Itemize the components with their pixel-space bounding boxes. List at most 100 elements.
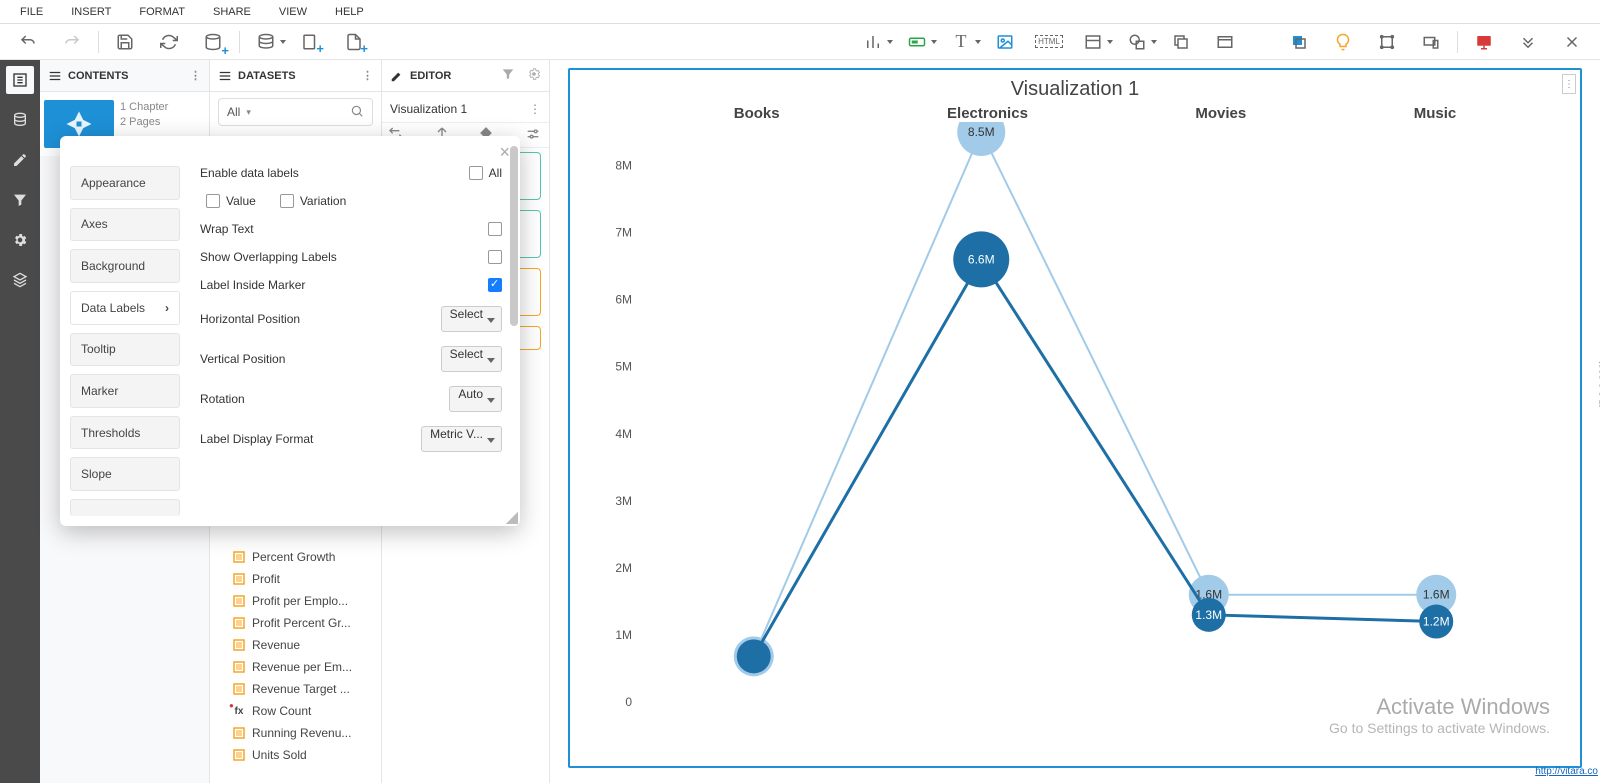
checkbox-overlap[interactable]: [488, 250, 502, 264]
pencil-icon: [390, 69, 404, 83]
contents-header: CONTENTS ⋮: [40, 60, 209, 92]
datasets-filter-value: All: [227, 105, 240, 119]
metric-label: Profit: [252, 572, 280, 586]
tab-tooltip[interactable]: Tooltip: [70, 333, 180, 367]
wrap-text-label: Wrap Text: [200, 222, 488, 236]
rail-gear-icon[interactable]: [6, 226, 34, 254]
metric-icon: [232, 660, 246, 674]
resize-handle[interactable]: [506, 512, 518, 524]
select-vpos[interactable]: Select: [441, 346, 502, 372]
data-button[interactable]: +: [199, 28, 227, 56]
select-hpos[interactable]: Select: [441, 306, 502, 332]
metric-item[interactable]: fx●Row Count: [210, 700, 381, 722]
rail-contents-icon[interactable]: [6, 66, 34, 94]
tab-data-labels[interactable]: Data Labels›: [70, 291, 180, 325]
text-dropdown[interactable]: T: [947, 28, 975, 56]
viz-kebab-icon[interactable]: ⋮: [1562, 74, 1576, 94]
pages-label: 2 Pages: [120, 115, 168, 130]
viz-more-icon[interactable]: ⋮: [529, 102, 541, 116]
svg-text:3M: 3M: [615, 494, 632, 508]
metric-item[interactable]: Revenue per Em...: [210, 656, 381, 678]
svg-text:0: 0: [625, 695, 632, 709]
checkbox-wrap[interactable]: [488, 222, 502, 236]
undo-button[interactable]: [14, 28, 42, 56]
metric-item[interactable]: Profit: [210, 568, 381, 590]
toolbar-separator: [239, 31, 240, 53]
close-button[interactable]: [1558, 28, 1586, 56]
modal-body: Enable data labels All Value Variation W…: [190, 136, 520, 526]
value-label: Value: [226, 194, 256, 208]
insights-button[interactable]: [1329, 28, 1357, 56]
bounds-button[interactable]: [1373, 28, 1401, 56]
contents-more-icon[interactable]: ⋮: [190, 69, 201, 82]
tab-partial[interactable]: [70, 499, 180, 516]
metric-icon: [232, 550, 246, 564]
database-dropdown[interactable]: [252, 28, 280, 56]
shape-dropdown[interactable]: [1123, 28, 1151, 56]
status-dropdown[interactable]: [903, 28, 931, 56]
duplicate-button[interactable]: [1167, 28, 1195, 56]
visualization-card[interactable]: ⋮ Visualization 1 Books Electronics Movi…: [568, 68, 1582, 768]
rail-filter-icon[interactable]: [6, 186, 34, 214]
datasets-header: DATASETS ⋮: [210, 60, 381, 92]
add-chapter-button[interactable]: +: [296, 28, 324, 56]
rail-data-icon[interactable]: [6, 106, 34, 134]
scrollbar-thumb[interactable]: [510, 146, 518, 326]
container-button[interactable]: [1211, 28, 1239, 56]
sliders-icon[interactable]: [525, 126, 543, 144]
metric-item[interactable]: Revenue: [210, 634, 381, 656]
tab-thresholds[interactable]: Thresholds: [70, 416, 180, 450]
vendor-link[interactable]: http://vitara.co: [1535, 766, 1598, 777]
menu-help[interactable]: HELP: [321, 6, 378, 18]
collapse-down-icon[interactable]: [1514, 28, 1542, 56]
tab-slope[interactable]: Slope: [70, 457, 180, 491]
rail-edit-icon[interactable]: [6, 146, 34, 174]
search-icon[interactable]: [350, 104, 364, 121]
checkbox-value[interactable]: [206, 194, 220, 208]
menu-view[interactable]: VIEW: [265, 6, 321, 18]
checkbox-inside-marker[interactable]: [488, 278, 502, 292]
add-page-button[interactable]: +: [340, 28, 368, 56]
tab-background[interactable]: Background: [70, 249, 180, 283]
checkbox-variation[interactable]: [280, 194, 294, 208]
metric-item[interactable]: Profit per Emplo...: [210, 590, 381, 612]
presentation-button[interactable]: [1470, 28, 1498, 56]
overlap-button[interactable]: [1285, 28, 1313, 56]
tab-axes[interactable]: Axes: [70, 208, 180, 242]
refresh-button[interactable]: [155, 28, 183, 56]
chart-type-dropdown[interactable]: [859, 28, 887, 56]
metric-item[interactable]: Units Sold: [210, 744, 381, 766]
metric-label: Running Revenu...: [252, 726, 351, 740]
category-axis-labels: Books Electronics Movies Music: [570, 105, 1580, 122]
watermark-sub: Go to Settings to activate Windows.: [1329, 720, 1550, 736]
menu-insert[interactable]: INSERT: [57, 6, 125, 18]
svg-text:1M: 1M: [615, 628, 632, 642]
rail-layers-icon[interactable]: [6, 266, 34, 294]
all-label: All: [489, 166, 502, 180]
metric-item[interactable]: Running Revenu...: [210, 722, 381, 744]
select-format[interactable]: Metric V...: [421, 426, 502, 452]
category-label: Movies: [1195, 105, 1246, 122]
checkbox-all[interactable]: [469, 166, 483, 180]
redo-button[interactable]: [58, 28, 86, 56]
metric-list: Percent Growth Profit Profit per Emplo..…: [210, 544, 381, 768]
metric-item[interactable]: Profit Percent Gr...: [210, 612, 381, 634]
metric-item[interactable]: Percent Growth: [210, 546, 381, 568]
save-button[interactable]: [111, 28, 139, 56]
responsive-button[interactable]: [1417, 28, 1445, 56]
panel-dropdown[interactable]: [1079, 28, 1107, 56]
filter-tab-icon[interactable]: [501, 67, 515, 84]
menu-share[interactable]: SHARE: [199, 6, 265, 18]
menu-file[interactable]: FILE: [6, 6, 57, 18]
tab-marker[interactable]: Marker: [70, 374, 180, 408]
tab-appearance[interactable]: Appearance: [70, 166, 180, 200]
datasets-filter-dropdown[interactable]: All ▾: [218, 98, 373, 126]
image-button[interactable]: [991, 28, 1019, 56]
select-rotation[interactable]: Auto: [449, 386, 502, 412]
gear-tab-icon[interactable]: [527, 67, 541, 84]
datasets-more-icon[interactable]: ⋮: [362, 69, 373, 82]
metric-item[interactable]: Revenue Target ...: [210, 678, 381, 700]
svg-text:7M: 7M: [615, 226, 632, 240]
html-button[interactable]: HTML: [1035, 28, 1063, 56]
menu-format[interactable]: FORMAT: [125, 6, 199, 18]
